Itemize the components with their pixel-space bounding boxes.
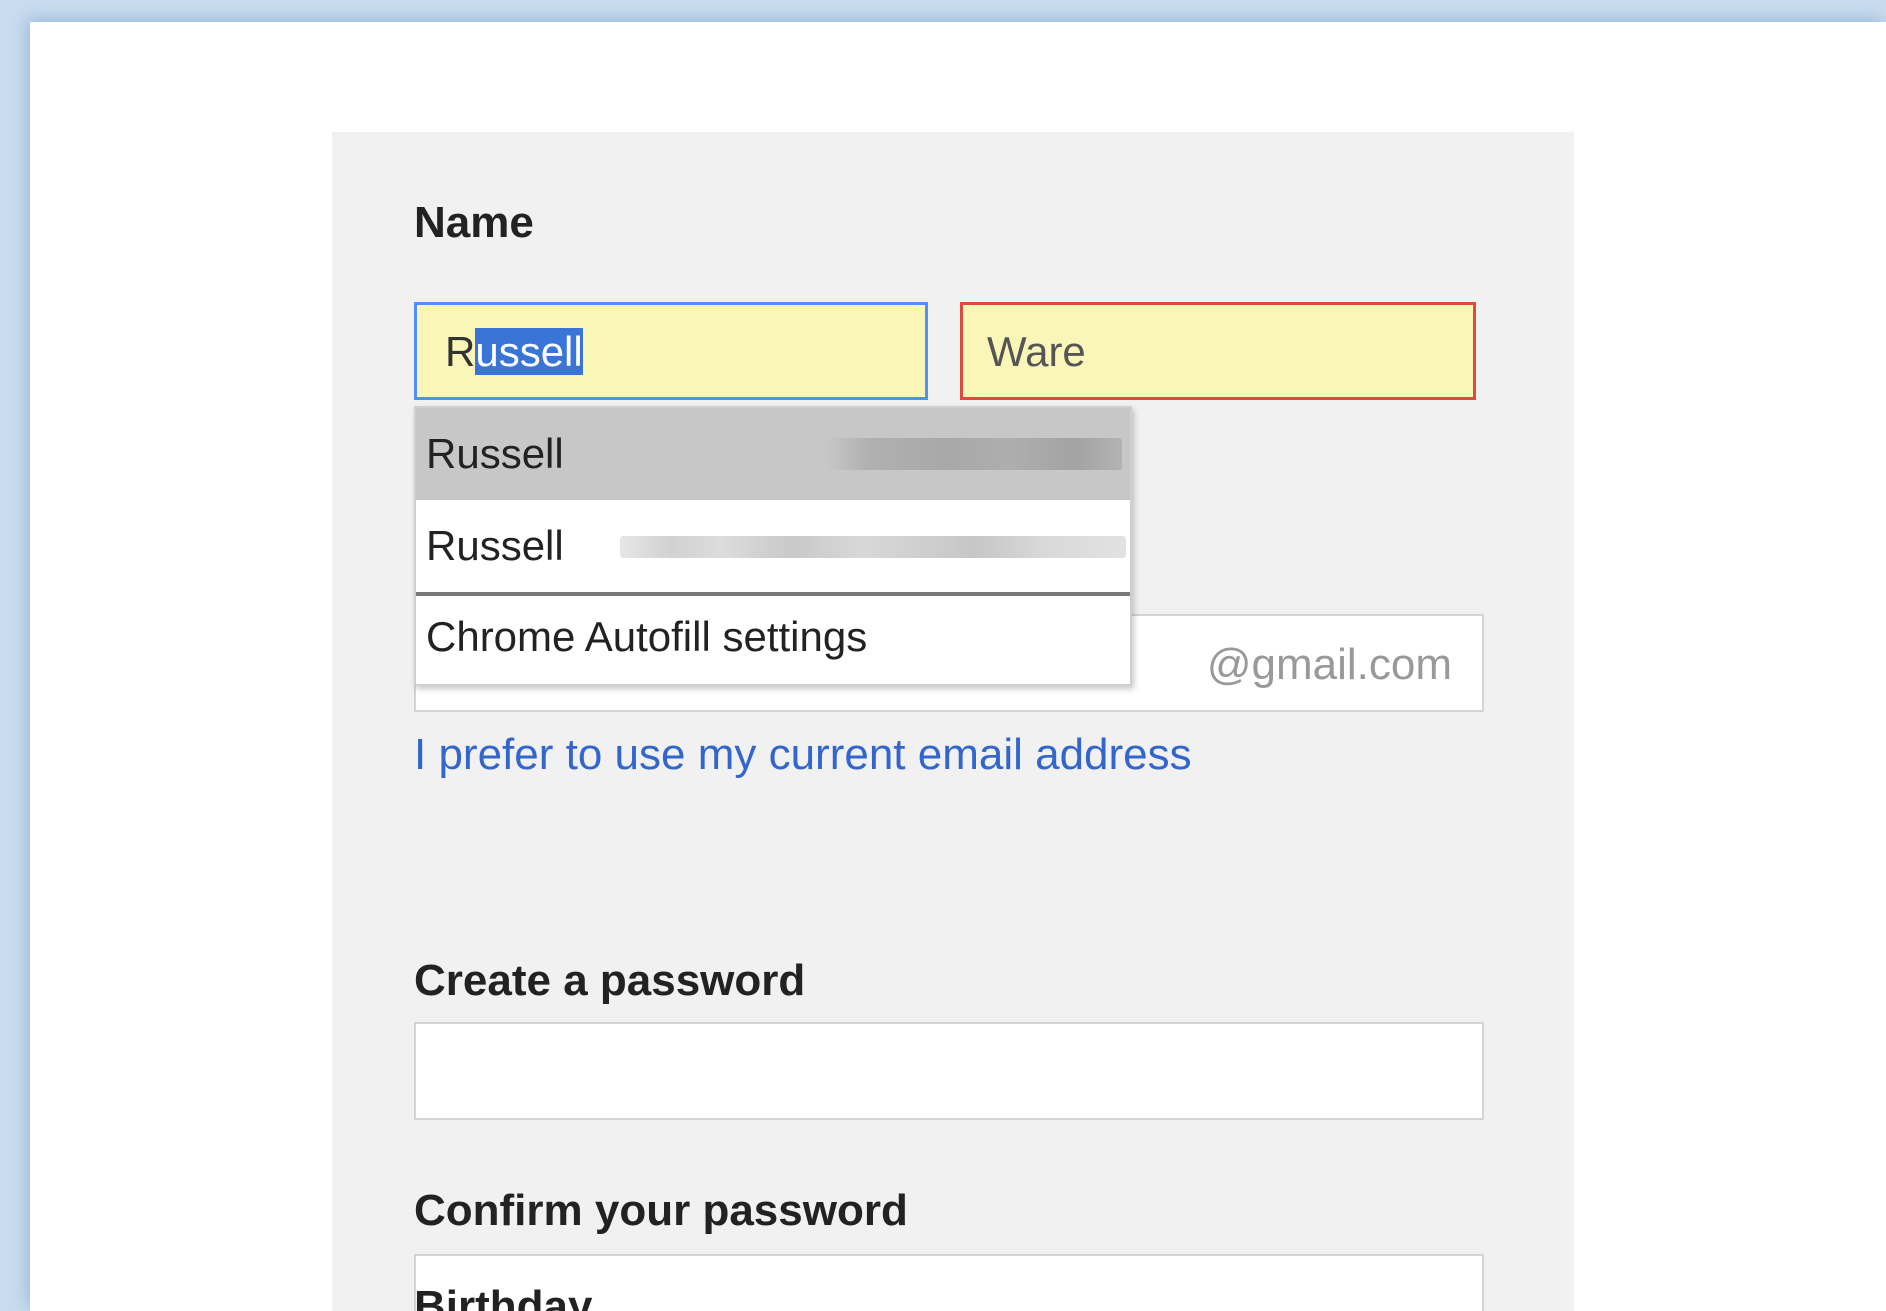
use-current-email-link[interactable]: I prefer to use my current email address [414, 730, 1192, 780]
confirm-password-label: Confirm your password [414, 1186, 908, 1235]
autofill-settings-item[interactable]: Chrome Autofill settings [416, 596, 1130, 684]
screenshot-frame: Name Russell Ware @gmail.com I prefer to… [30, 22, 1886, 1311]
first-name-value: Russell [445, 327, 583, 377]
last-name-input[interactable]: Ware [960, 302, 1476, 400]
email-domain-suffix: @gmail.com [1206, 640, 1452, 689]
first-name-input[interactable]: Russell [414, 302, 928, 400]
birthday-label: Birthday [414, 1282, 593, 1311]
suggestion-name: Russell [426, 522, 564, 569]
suggestion-detail-redacted [620, 536, 1126, 558]
autofill-dropdown: Russell Russell Chrome Autofill settings [414, 406, 1132, 686]
autofill-suggestion[interactable]: Russell [416, 500, 1130, 592]
signup-form: Name Russell Ware @gmail.com I prefer to… [332, 132, 1574, 1311]
first-name-typed-text: R [445, 328, 476, 375]
create-password-input[interactable] [414, 1022, 1484, 1120]
suggestion-detail-redacted [826, 438, 1122, 470]
autofill-suggestion[interactable]: Russell [416, 408, 1130, 500]
last-name-value: Ware [987, 328, 1086, 375]
create-password-label: Create a password [414, 956, 806, 1005]
name-label: Name [414, 198, 534, 247]
first-name-selected-text: ussell [475, 328, 583, 375]
suggestion-name: Russell [426, 430, 564, 477]
